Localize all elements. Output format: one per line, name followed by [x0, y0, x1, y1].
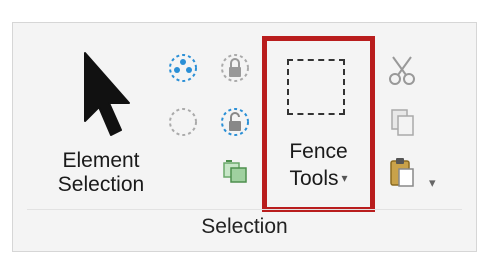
arrow-pointer-icon [84, 52, 130, 136]
paste-icon[interactable] [385, 155, 419, 189]
element-selection-label: Element Selection [57, 149, 145, 196]
chevron-down-icon[interactable]: ▾ [429, 175, 436, 191]
fence-tools-label: Fence Tools ▾ [289, 140, 348, 190]
group-divider [27, 209, 462, 210]
empty-circle-selection-icon[interactable] [166, 105, 200, 139]
unlock-icon[interactable] [218, 105, 252, 139]
copy-to-layer-icon[interactable] [218, 153, 252, 187]
chevron-down-icon: ▾ [341, 171, 348, 185]
select-all-icon[interactable] [166, 51, 200, 85]
dashed-rectangle-icon [287, 59, 345, 115]
fence-tools-button[interactable]: Fence Tools ▾ [267, 41, 370, 207]
group-label: Selection [201, 215, 288, 238]
element-selection-button[interactable]: Element Selection [41, 41, 161, 209]
scissors-icon[interactable] [385, 53, 419, 87]
selection-ribbon-group: Element Selection Fence Tools ▾ ▾ Select… [12, 22, 477, 252]
copy-icon[interactable] [385, 105, 419, 139]
lock-icon[interactable] [218, 51, 252, 85]
